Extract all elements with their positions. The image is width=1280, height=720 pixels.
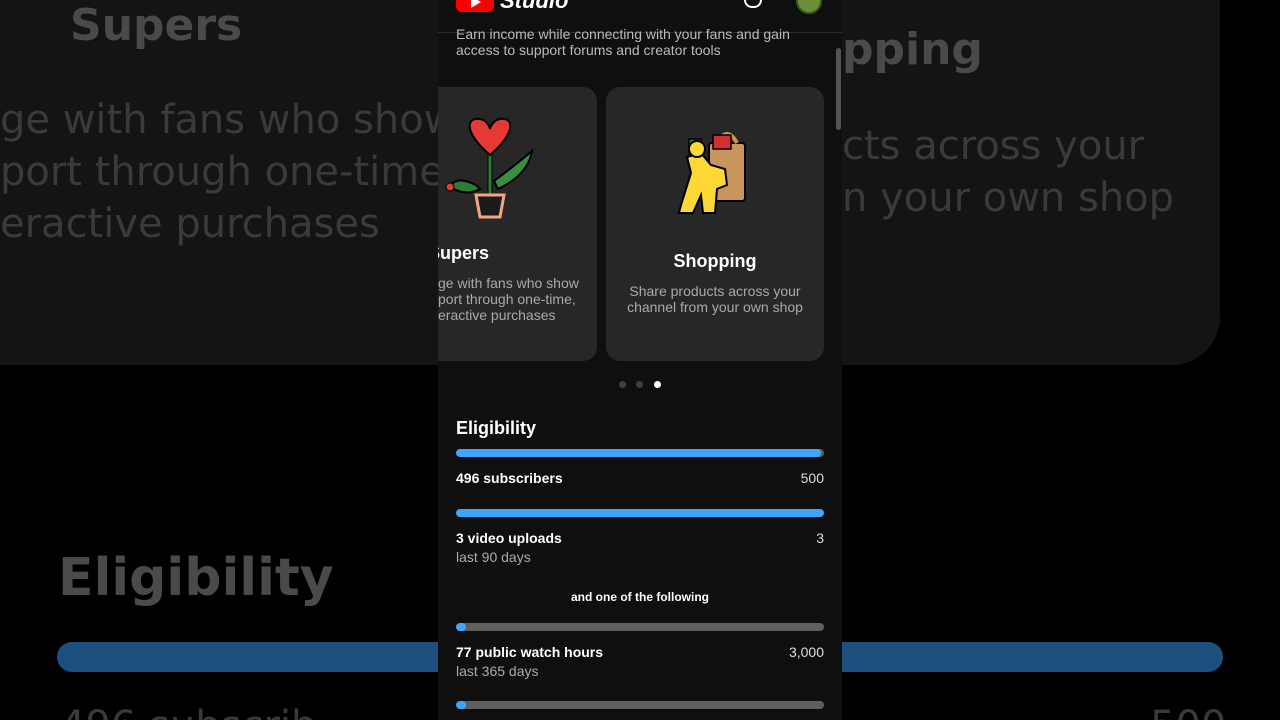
shopping-description: Share products across your channel from …	[627, 283, 803, 315]
bg-bottom-right: 500	[1150, 700, 1226, 720]
uploads-target: 3	[816, 530, 824, 546]
bg-eligibility-title: Eligibility	[58, 548, 334, 608]
bg-supers-line-3: eractive purchases	[0, 201, 380, 247]
subscribers-progress-fill	[456, 449, 822, 457]
shorts-views-progress-fill	[456, 701, 466, 709]
subscribers-label: 496 subscribers	[456, 470, 563, 486]
shorts-views-progress-bar	[456, 701, 824, 709]
heart-plant-icon	[445, 117, 534, 219]
carousel-dot-2[interactable]	[636, 381, 643, 388]
phone-screen: Studio Earn income while connecting with…	[438, 0, 842, 720]
app-title: Studio	[500, 0, 569, 13]
subscribers-target: 500	[800, 470, 824, 486]
watch-hours-sublabel: last 365 days	[456, 663, 539, 679]
carousel-dot-1[interactable]	[619, 381, 626, 388]
watch-hours-target: 3,000	[788, 644, 824, 660]
bg-shopping-line-1: cts across your	[842, 123, 1145, 169]
uploads-sublabel: last 90 days	[456, 549, 531, 565]
watch-hours-progress-fill	[456, 623, 466, 631]
or-text: and one of the following	[571, 590, 709, 604]
bg-shopping-title: pping	[842, 24, 983, 75]
shopping-title: Shopping	[673, 251, 757, 271]
bg-supers-line-2: port through one-time,	[0, 149, 457, 195]
notification-bell-icon[interactable]	[744, 0, 762, 8]
watch-hours-label: 77 public watch hours	[456, 644, 604, 660]
bg-bottom-left: 496 subscrib	[60, 700, 316, 720]
uploads-progress-bar	[456, 509, 824, 517]
intro-text: Earn income while connecting with your f…	[456, 26, 790, 58]
uploads-progress-fill	[456, 509, 824, 517]
bg-supers-title: Supers	[70, 0, 243, 51]
scrollbar[interactable]	[836, 48, 841, 130]
shopping-card[interactable]: Shopping Share products across your chan…	[606, 87, 824, 361]
uploads-label: 3 video uploads	[456, 530, 562, 546]
watch-hours-progress-bar	[456, 623, 824, 631]
supers-title: Supers	[438, 243, 490, 263]
carousel-dot-3[interactable]	[654, 381, 661, 388]
bg-shopping-line-2: n your own shop	[842, 175, 1175, 221]
bg-supers-line-1: ge with fans who show	[0, 97, 457, 143]
avatar[interactable]	[796, 0, 822, 14]
youtube-logo-icon[interactable]	[456, 0, 494, 12]
supers-description: ge with fans who show port through one-t…	[438, 275, 579, 323]
shopping-bag-icon	[677, 132, 746, 214]
subscribers-progress-bar	[456, 449, 824, 457]
eligibility-title: Eligibility	[456, 418, 537, 438]
supers-card[interactable]: Supers ge with fans who show port throug…	[438, 87, 597, 361]
